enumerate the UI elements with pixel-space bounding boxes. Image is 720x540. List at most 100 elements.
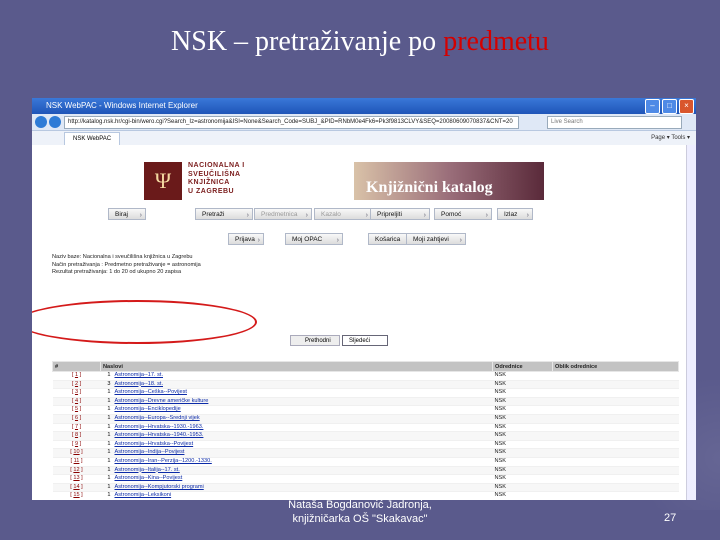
back-icon[interactable] <box>35 116 47 128</box>
row-subject[interactable]: Astronomija--17. st. <box>112 371 493 381</box>
arrow-icon: › <box>459 237 462 244</box>
subject-link[interactable]: Astronomija--Indija--Povijest <box>115 449 185 455</box>
close-icon[interactable]: × <box>679 99 694 114</box>
nav-button-5[interactable]: Pomoć › <box>434 208 492 220</box>
col-header-form: Oblik odrednice <box>552 361 679 372</box>
arrow-icon: › <box>365 212 368 219</box>
nav-button-6[interactable]: Izlaz › <box>497 208 533 220</box>
row-number[interactable]: [ 9 ] <box>52 440 101 450</box>
tab-nsk-webpac[interactable]: NSK WebPAC <box>64 132 121 146</box>
row-library: NSK <box>492 483 553 493</box>
row-number[interactable]: [ 6 ] <box>52 414 101 424</box>
row-library: NSK <box>492 466 553 476</box>
forward-icon[interactable] <box>49 116 61 128</box>
row-library: NSK <box>492 457 553 467</box>
row-subject[interactable]: Astronomija--Iran--Perzija--1200.-1330. <box>112 457 493 467</box>
row-count: 1 <box>100 431 113 441</box>
subject-link[interactable]: Astronomija--Iran--Perzija--1200.-1330. <box>115 458 212 464</box>
arrow-icon: › <box>526 212 529 219</box>
row-subject[interactable]: Astronomija--Italija--17. st. <box>112 466 493 476</box>
nav-button-4[interactable]: Pripreljiti › <box>370 208 430 220</box>
minimize-icon[interactable]: – <box>645 99 660 114</box>
nav-button-1[interactable]: Pretraži › <box>195 208 253 220</box>
window-title: NSK WebPAC - Windows Internet Explorer <box>46 101 198 110</box>
author-name: Nataša Bogdanović Jadronja, <box>288 499 432 511</box>
row-subject[interactable]: Astronomija--Hrvatska--1940.-1953. <box>112 431 493 441</box>
subject-link[interactable]: Astronomija--Kompjutorski programi <box>115 484 204 490</box>
row-subject[interactable]: Astronomija--Hrvatska--Povijest <box>112 440 493 450</box>
page-content: Ψ NACIONALNA I SVEUČILIŠNA KNJIŽNICA U Z… <box>32 145 696 500</box>
subject-link[interactable]: Astronomija--Kina--Povijest <box>115 475 183 481</box>
arrow-icon: › <box>246 212 249 219</box>
row-number[interactable]: [ 11 ] <box>52 457 101 467</box>
row-number[interactable]: [ 10 ] <box>52 448 101 458</box>
table-row: [ 8 ] 1 Astronomija--Hrvatska--1940.-1953.… <box>52 431 679 441</box>
search-info: Naziv baze: Nacionalna i sveučilišna knj… <box>52 254 201 277</box>
row-library: NSK <box>492 388 553 398</box>
user-button-0[interactable]: Prijava › <box>228 233 264 245</box>
subject-link[interactable]: Astronomija--Italija--17. st. <box>115 467 180 473</box>
row-library: NSK <box>492 380 553 390</box>
subject-link[interactable]: Astronomija--Hrvatska--1940.-1953. <box>115 432 204 438</box>
prev-page-button[interactable]: Prethodni <box>290 335 340 346</box>
highlight-ellipse <box>32 300 257 344</box>
row-number[interactable]: [ 3 ] <box>52 388 101 398</box>
nav-button-2[interactable]: Predmetnica › <box>254 208 312 220</box>
nav-button-label: Moj OPAC <box>292 236 323 243</box>
nav-button-0[interactable]: Biraj › <box>108 208 146 220</box>
row-subject[interactable]: Astronomija--18. st. <box>112 380 493 390</box>
maximize-icon[interactable]: □ <box>662 99 677 114</box>
subject-link[interactable]: Astronomija--18. st. <box>115 381 164 387</box>
url-input[interactable]: http://katalog.nsk.hr/cgi-bin/wero.cgi?S… <box>64 116 519 129</box>
row-count: 1 <box>100 466 113 476</box>
nav-button-label: Izlaz <box>504 211 518 218</box>
search-input[interactable]: Live Search <box>547 116 682 129</box>
row-number[interactable]: [ 7 ] <box>52 423 101 433</box>
subject-link[interactable]: Astronomija--Hrvatska--Povijest <box>115 441 194 447</box>
row-subject[interactable]: Astronomija--Češka--Povijest <box>112 388 493 398</box>
row-subject[interactable]: Astronomija--Kina--Povijest <box>112 474 493 484</box>
col-header-num: # <box>52 361 101 372</box>
subject-link[interactable]: Astronomija--Enciklopedije <box>115 406 181 412</box>
window-titlebar: NSK WebPAC - Windows Internet Explorer –… <box>32 98 696 114</box>
user-button-3[interactable]: Moji zahtjevi › <box>406 233 466 245</box>
row-subject[interactable]: Astronomija--Indija--Povijest <box>112 448 493 458</box>
row-number[interactable]: [ 8 ] <box>52 431 101 441</box>
table-row: [ 9 ] 1 Astronomija--Hrvatska--Povijest NSK <box>52 440 679 450</box>
decorative-corner <box>630 380 720 510</box>
row-subject[interactable]: Astronomija--Hrvatska--1930.-1963. <box>112 423 493 433</box>
subject-link[interactable]: Astronomija--Drevne američke kulture <box>115 398 209 404</box>
table-row: [ 11 ] 1 Astronomija--Iran--Perzija--1200.… <box>52 457 679 467</box>
row-count: 1 <box>100 423 113 433</box>
subject-link[interactable]: Astronomija--17. st. <box>115 372 164 378</box>
row-count: 1 <box>100 440 113 450</box>
user-button-1[interactable]: Moj OPAC › <box>285 233 343 245</box>
row-number[interactable]: [ 1 ] <box>52 371 101 381</box>
subject-link[interactable]: Astronomija--Hrvatska--1930.-1963. <box>115 424 204 430</box>
row-number[interactable]: [ 12 ] <box>52 466 101 476</box>
author-role: knjižničarka OŠ "Skakavac" <box>292 513 428 525</box>
row-number[interactable]: [ 13 ] <box>52 474 101 484</box>
table-row: [ 7 ] 1 Astronomija--Hrvatska--1930.-1963.… <box>52 423 679 433</box>
arrow-icon: › <box>336 237 339 244</box>
row-number[interactable]: [ 14 ] <box>52 483 101 493</box>
nav-button-3[interactable]: Kazalo › <box>314 208 372 220</box>
col-header-titles: Naslovi <box>100 361 493 372</box>
subject-link[interactable]: Astronomija--Europa--Srednji vijek <box>115 415 200 421</box>
slide-title-highlight: predmetu <box>443 26 549 57</box>
toolbar-menus[interactable]: Page ▾ Tools ▾ <box>651 131 690 145</box>
row-subject[interactable]: Astronomija--Enciklopedije <box>112 405 493 415</box>
row-number[interactable]: [ 2 ] <box>52 380 101 390</box>
row-number[interactable]: [ 4 ] <box>52 397 101 407</box>
table-row: [ 2 ] 3 Astronomija--18. st. NSK <box>52 380 679 390</box>
row-subject[interactable]: Astronomija--Drevne američke kulture <box>112 397 493 407</box>
row-count: 1 <box>100 405 113 415</box>
nav-button-label: Predmetnica <box>261 211 298 218</box>
next-page-button[interactable]: Sljedeći <box>342 335 388 346</box>
table-row: [ 6 ] 1 Astronomija--Europa--Srednji vijek… <box>52 414 679 424</box>
row-subject[interactable]: Astronomija--Europa--Srednji vijek <box>112 414 493 424</box>
row-count: 1 <box>100 448 113 458</box>
row-subject[interactable]: Astronomija--Kompjutorski programi <box>112 483 493 493</box>
subject-link[interactable]: Astronomija--Češka--Povijest <box>115 389 187 395</box>
row-number[interactable]: [ 5 ] <box>52 405 101 415</box>
